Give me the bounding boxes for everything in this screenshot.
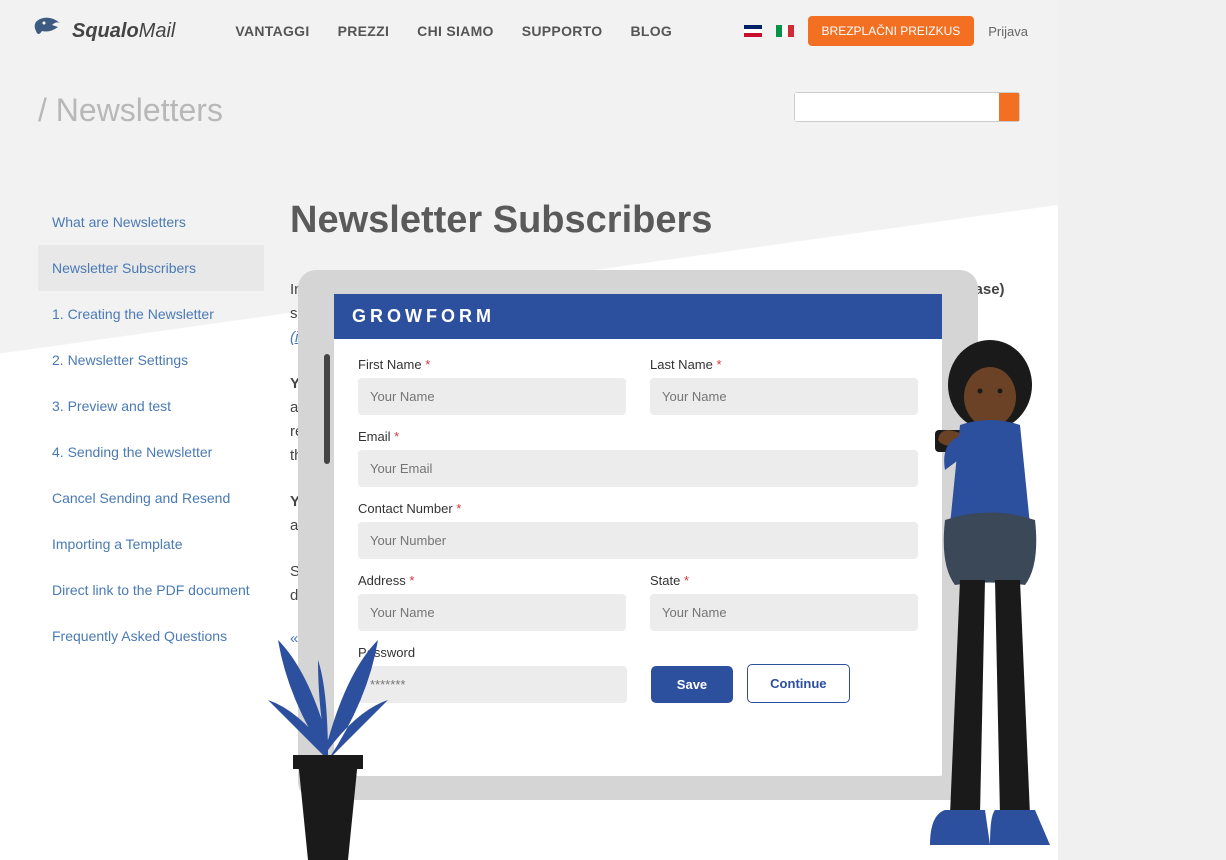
first-name-input[interactable] [358, 378, 626, 415]
free-trial-button[interactable]: BREZPLAČNI PREIZKUS [808, 16, 975, 46]
sidebar-item-settings[interactable]: 2. Newsletter Settings [38, 337, 264, 383]
email-input[interactable] [358, 450, 918, 487]
flag-it-icon[interactable] [776, 25, 794, 37]
nav-prezzi[interactable]: PREZZI [338, 23, 390, 39]
last-name-input[interactable] [650, 378, 918, 415]
shark-icon [30, 13, 66, 49]
nav-chi-siamo[interactable]: CHI SIAMO [417, 23, 494, 39]
form-brand: GROWFORM [334, 294, 942, 339]
login-link[interactable]: Prijava [988, 24, 1028, 39]
save-button[interactable]: Save [651, 666, 733, 703]
brand-text: SqualoMail [72, 20, 175, 43]
plant-illustration [228, 560, 428, 860]
sidebar-item-sending[interactable]: 4. Sending the Newsletter [38, 429, 264, 475]
sidebar-item-cancel[interactable]: Cancel Sending and Resend [38, 475, 264, 521]
illustration-overlay: GROWFORM First Name * Last Name * [288, 250, 1058, 860]
main-nav: VANTAGGI PREZZI CHI SIAMO SUPPORTO BLOG [235, 23, 672, 39]
sidebar-item-subscribers[interactable]: Newsletter Subscribers [38, 245, 264, 291]
search-button[interactable] [999, 93, 1019, 121]
first-name-label: First Name * [358, 357, 626, 372]
top-header: SqualoMail VANTAGGI PREZZI CHI SIAMO SUP… [0, 0, 1058, 62]
brand-logo[interactable]: SqualoMail [30, 13, 175, 49]
search-box [794, 92, 1020, 122]
last-name-label: Last Name * [650, 357, 918, 372]
sidebar-item-creating[interactable]: 1. Creating the Newsletter [38, 291, 264, 337]
continue-button[interactable]: Continue [747, 664, 849, 703]
state-label: State * [650, 573, 918, 588]
flag-uk-icon[interactable] [744, 25, 762, 37]
search-input[interactable] [795, 93, 999, 121]
nav-vantaggi[interactable]: VANTAGGI [235, 23, 309, 39]
state-input[interactable] [650, 594, 918, 631]
nav-supporto[interactable]: SUPPORTO [522, 23, 603, 39]
sidebar-item-preview[interactable]: 3. Preview and test [38, 383, 264, 429]
person-illustration [890, 325, 1058, 860]
contact-label: Contact Number * [358, 501, 918, 516]
email-label: Email * [358, 429, 918, 444]
page-title: Newsletter Subscribers [290, 199, 1010, 242]
sidebar-item-what-are[interactable]: What are Newsletters [38, 199, 264, 245]
contact-input[interactable] [358, 522, 918, 559]
nav-blog[interactable]: BLOG [630, 23, 672, 39]
scrollbar[interactable] [324, 354, 330, 464]
